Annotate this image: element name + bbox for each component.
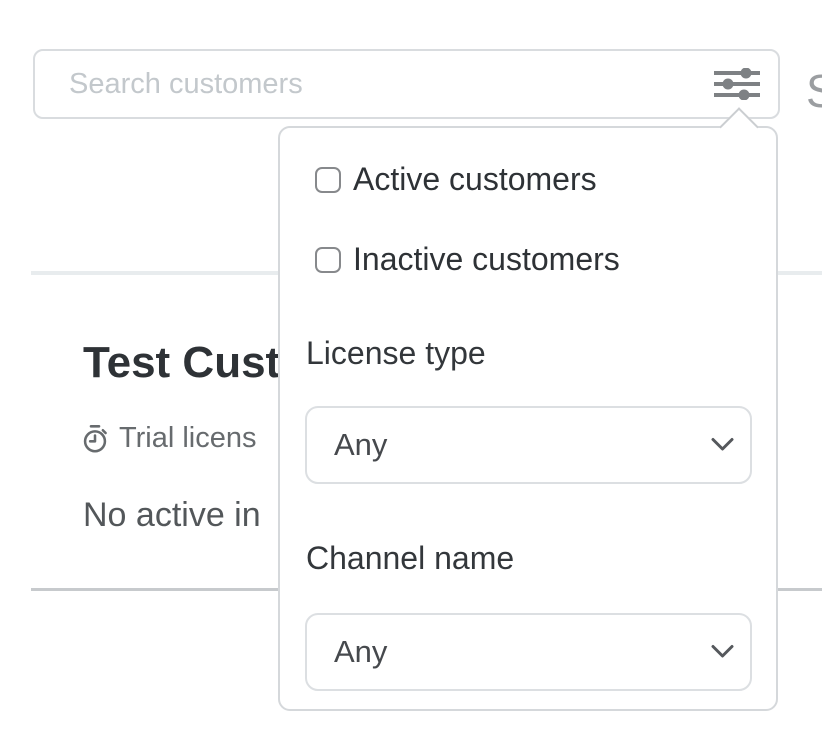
channel-name-label: Channel name — [306, 540, 514, 577]
license-type-select-value: Any — [307, 427, 387, 463]
license-type-label: License type — [306, 335, 486, 372]
inactive-customers-checkbox[interactable] — [315, 247, 341, 273]
customer-status-text: No active in — [83, 496, 261, 535]
license-info-text: Trial licens — [119, 422, 257, 455]
channel-name-select[interactable]: Any — [305, 613, 752, 691]
checkbox-row-inactive-customers[interactable]: Inactive customers — [315, 241, 620, 278]
channel-name-select-value: Any — [307, 634, 387, 670]
license-type-select[interactable]: Any — [305, 406, 752, 484]
checkbox-label: Active customers — [353, 161, 597, 198]
sliders-icon — [714, 68, 760, 100]
search-bar — [33, 49, 780, 119]
checkbox-row-active-customers[interactable]: Active customers — [315, 161, 597, 198]
checkbox-label: Inactive customers — [353, 241, 620, 278]
filter-popover: Active customers Inactive customers Lice… — [278, 126, 778, 711]
filter-button[interactable] — [710, 51, 764, 117]
timer-icon — [81, 424, 109, 454]
active-customers-checkbox[interactable] — [315, 167, 341, 193]
chevron-down-icon — [711, 644, 734, 664]
search-input[interactable] — [35, 51, 778, 117]
clipped-right-text: S — [806, 64, 822, 118]
customer-name-heading: Test Cust — [83, 338, 280, 388]
license-info-row: Trial licens — [81, 422, 257, 455]
chevron-down-icon — [711, 437, 734, 457]
